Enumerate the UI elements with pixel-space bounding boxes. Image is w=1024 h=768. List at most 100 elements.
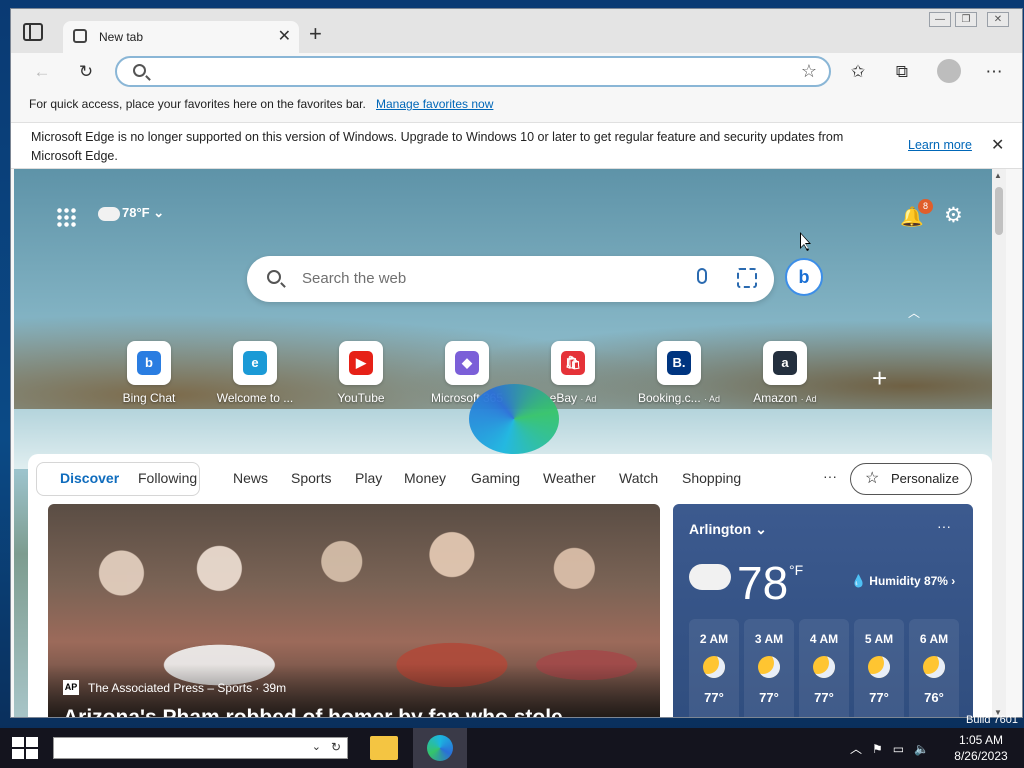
quick-link-tile[interactable]: e Welcome to ... [210, 341, 300, 405]
chevron-up-icon[interactable]: ︿ [850, 742, 862, 756]
tile-label: Booking.c... · Ad [637, 391, 721, 405]
moon-cloud-icon [813, 656, 835, 678]
tab-discover[interactable]: Discover [60, 470, 119, 486]
add-shortcut-button[interactable]: + [872, 363, 887, 394]
scroll-thumb[interactable] [995, 187, 1003, 235]
tab-weather[interactable]: Weather [543, 470, 596, 486]
bing-chat-button[interactable]: b [785, 258, 823, 296]
moon-icon [868, 656, 890, 678]
tile-label: Welcome to ... [216, 391, 294, 405]
maximize-button[interactable]: ❐ [955, 12, 977, 27]
system-tray: ︿ ⚑ ▭ 🔈 [850, 740, 939, 757]
tab-bar: New tab ✕ + — ❐ ✕ [11, 9, 1022, 53]
address-bar[interactable]: ☆ [115, 56, 831, 87]
search-icon [267, 270, 281, 284]
system-clock[interactable]: 1:05 AM 8/26/2023 [946, 732, 1016, 764]
weather-unit: °F [789, 562, 804, 578]
windows-logo-icon [12, 737, 24, 747]
learn-more-link[interactable]: Learn more [908, 138, 972, 152]
favorites-icon[interactable]: ✩ [847, 61, 869, 83]
notification-badge: 8 [918, 199, 933, 214]
chevron-up-icon[interactable]: ︿ [908, 304, 920, 321]
tab-play[interactable]: Play [355, 470, 382, 486]
amazon-icon: a [773, 351, 797, 375]
web-search-box[interactable]: Search the web [247, 256, 774, 302]
refresh-icon[interactable]: ↻ [331, 740, 341, 754]
ebay-icon: 🛍 [561, 351, 585, 375]
moon-cloud-icon [758, 656, 780, 678]
scroll-up-icon[interactable]: ▲ [994, 171, 1002, 180]
edge-icon: e [243, 351, 267, 375]
weather-card[interactable]: Arlington ⌄ ··· 78 °F 💧 Humidity 87% › 2… [673, 504, 973, 717]
hero-title[interactable]: Arizona's Pham robbed of homer by fan wh… [63, 706, 563, 717]
file-explorer-icon[interactable] [370, 736, 398, 760]
tab-gaming[interactable]: Gaming [471, 470, 520, 486]
news-feed: Discover Following News Sports Play Mone… [28, 454, 992, 717]
weather-mini-temp: 78°F [122, 205, 150, 220]
volume-icon[interactable]: 🔈 [914, 742, 929, 756]
edge-icon [427, 735, 453, 761]
youtube-icon: ▶ [349, 351, 373, 375]
clock-time: 1:05 AM [958, 733, 1004, 747]
back-icon[interactable]: ← [31, 61, 53, 83]
profile-avatar[interactable] [937, 59, 961, 83]
taskbar-address-input[interactable]: ⌄ ↻ [53, 737, 348, 759]
action-center-icon[interactable]: ⚑ [872, 742, 883, 756]
hero-article[interactable]: AP The Associated Press – Sports · 39m A… [48, 504, 660, 717]
page-scrollbar[interactable]: ▲ ▼ [992, 169, 1006, 717]
hourly-forecast-item: 6 AM 76° [909, 619, 959, 717]
app-launcher-icon[interactable] [56, 207, 76, 227]
chevron-down-icon: ⌄ [755, 521, 767, 537]
weather-more-icon[interactable]: ··· [937, 518, 951, 534]
quick-link-tile[interactable]: B. Booking.c... · Ad [634, 341, 724, 405]
weather-mini[interactable]: 78°F ⌄ [98, 201, 164, 221]
collections-icon[interactable]: ⧉ [891, 61, 913, 83]
search-input[interactable]: Search the web [302, 270, 406, 287]
bing-chat-icon: b [137, 351, 161, 375]
tab-watch[interactable]: Watch [619, 470, 658, 486]
tab-title: New tab [99, 30, 144, 44]
microphone-icon[interactable] [697, 268, 707, 284]
moon-cloud-icon [703, 656, 725, 678]
minimize-button[interactable]: — [929, 12, 951, 27]
tab-actions-icon[interactable] [23, 23, 43, 41]
start-button[interactable] [12, 737, 38, 759]
quick-link-tile[interactable]: ▶ YouTube [316, 341, 406, 405]
tab-news[interactable]: News [233, 470, 268, 486]
refresh-icon[interactable]: ↻ [75, 61, 97, 83]
personalize-button[interactable]: Personalize [850, 463, 972, 495]
tab-shopping[interactable]: Shopping [682, 470, 741, 486]
os-build-label: Build 7601 [966, 714, 1018, 726]
more-tabs-icon[interactable]: ··· [823, 468, 837, 484]
ap-logo-icon: AP [63, 680, 79, 695]
tab-sports[interactable]: Sports [291, 470, 331, 486]
close-window-button[interactable]: ✕ [987, 12, 1009, 27]
quick-link-tile[interactable]: b Bing Chat [104, 341, 194, 405]
microsoft-365-icon: ◆ [455, 351, 479, 375]
chevron-down-icon[interactable]: ⌄ [312, 740, 321, 753]
gear-icon[interactable]: ⚙ [944, 203, 963, 228]
more-menu-icon[interactable]: ⋯ [983, 61, 1005, 83]
hourly-forecast-item: 4 AM 77° [799, 619, 849, 717]
tab-new-tab[interactable]: New tab ✕ [63, 21, 299, 53]
close-icon[interactable]: ✕ [991, 135, 1004, 155]
weather-temp: 78 [737, 557, 789, 609]
tab-following[interactable]: Following [138, 470, 197, 486]
add-favorite-icon[interactable]: ☆ [801, 61, 817, 82]
quick-link-tile[interactable]: a Amazon · Ad [740, 341, 830, 405]
new-tab-button[interactable]: + [309, 21, 322, 47]
tab-money[interactable]: Money [404, 470, 446, 486]
visual-search-icon[interactable] [737, 268, 757, 288]
network-icon[interactable]: ▭ [893, 742, 904, 756]
search-icon [133, 64, 146, 77]
tile-label: YouTube [337, 391, 385, 405]
taskbar-edge-button[interactable] [413, 728, 467, 768]
favorites-bar-text: For quick access, place your favorites h… [29, 97, 366, 111]
manage-favorites-link[interactable]: Manage favorites now [376, 97, 493, 111]
tab-close-icon[interactable]: ✕ [278, 26, 291, 46]
weather-city[interactable]: Arlington ⌄ [689, 521, 767, 538]
new-tab-page: 78°F ⌄ 🔔 8 ⚙ Search the web b ︿ b Bing C… [14, 169, 1006, 717]
humidity[interactable]: 💧 Humidity 87% › [851, 574, 955, 588]
hero-source: The Associated Press – Sports · 39m [88, 681, 287, 695]
toolbar: ← ↻ ☆ ✩ ⧉ ⋯ [11, 53, 1022, 91]
